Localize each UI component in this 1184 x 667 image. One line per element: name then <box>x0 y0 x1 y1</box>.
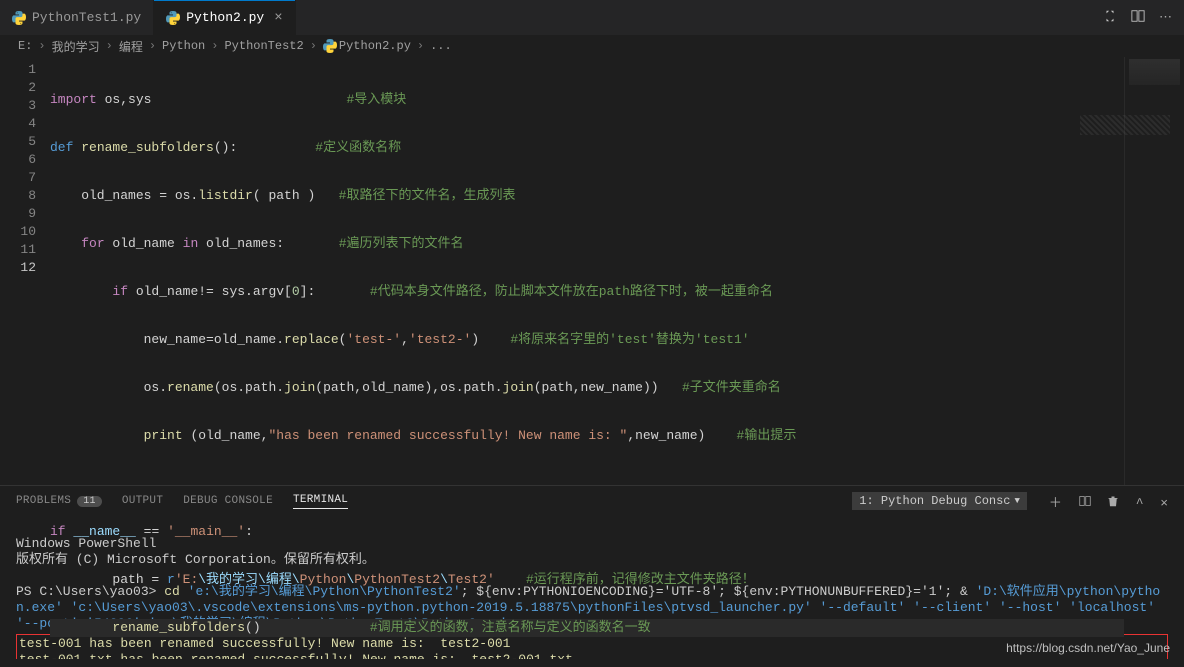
crumb[interactable]: PythonTest2 <box>224 39 303 53</box>
code-area[interactable]: import os,sys #导入模块 def rename_subfolder… <box>50 57 1124 485</box>
python-file-icon <box>323 39 337 53</box>
split-editor-icon[interactable] <box>1131 9 1145 27</box>
watermark-graphic <box>1080 115 1170 135</box>
crumb[interactable]: 我的学习 <box>52 38 100 55</box>
python-file-icon <box>166 11 180 25</box>
crumb[interactable]: ... <box>430 39 452 53</box>
more-icon[interactable]: ⋯ <box>1159 10 1172 25</box>
tab-label: PythonTest1.py <box>32 10 141 25</box>
tab-bar: PythonTest1.py Python2.py × ⋯ <box>0 0 1184 35</box>
title-actions: ⋯ <box>1103 0 1184 35</box>
tab-label: Python2.py <box>186 10 264 25</box>
crumb[interactable]: Python <box>162 39 205 53</box>
close-panel-icon[interactable]: × <box>1160 496 1168 511</box>
python-file-icon <box>12 11 26 25</box>
watermark-text: https://blog.csdn.net/Yao_June <box>1006 641 1170 655</box>
breadcrumb[interactable]: E:› 我的学习› 编程› Python› PythonTest2› Pytho… <box>0 35 1184 57</box>
maximize-icon[interactable]: ^ <box>1136 496 1144 511</box>
line-gutter: 123456789101112 <box>0 57 50 485</box>
compare-icon[interactable] <box>1103 9 1117 27</box>
tab-pythontest1[interactable]: PythonTest1.py <box>0 0 154 35</box>
editor[interactable]: 123456789101112 import os,sys #导入模块 def … <box>0 57 1184 485</box>
crumb[interactable]: 编程 <box>119 38 143 55</box>
crumb[interactable]: Python2.py <box>339 39 411 53</box>
close-icon[interactable]: × <box>274 10 282 26</box>
tab-python2[interactable]: Python2.py × <box>154 0 295 35</box>
crumb[interactable]: E: <box>18 39 32 53</box>
